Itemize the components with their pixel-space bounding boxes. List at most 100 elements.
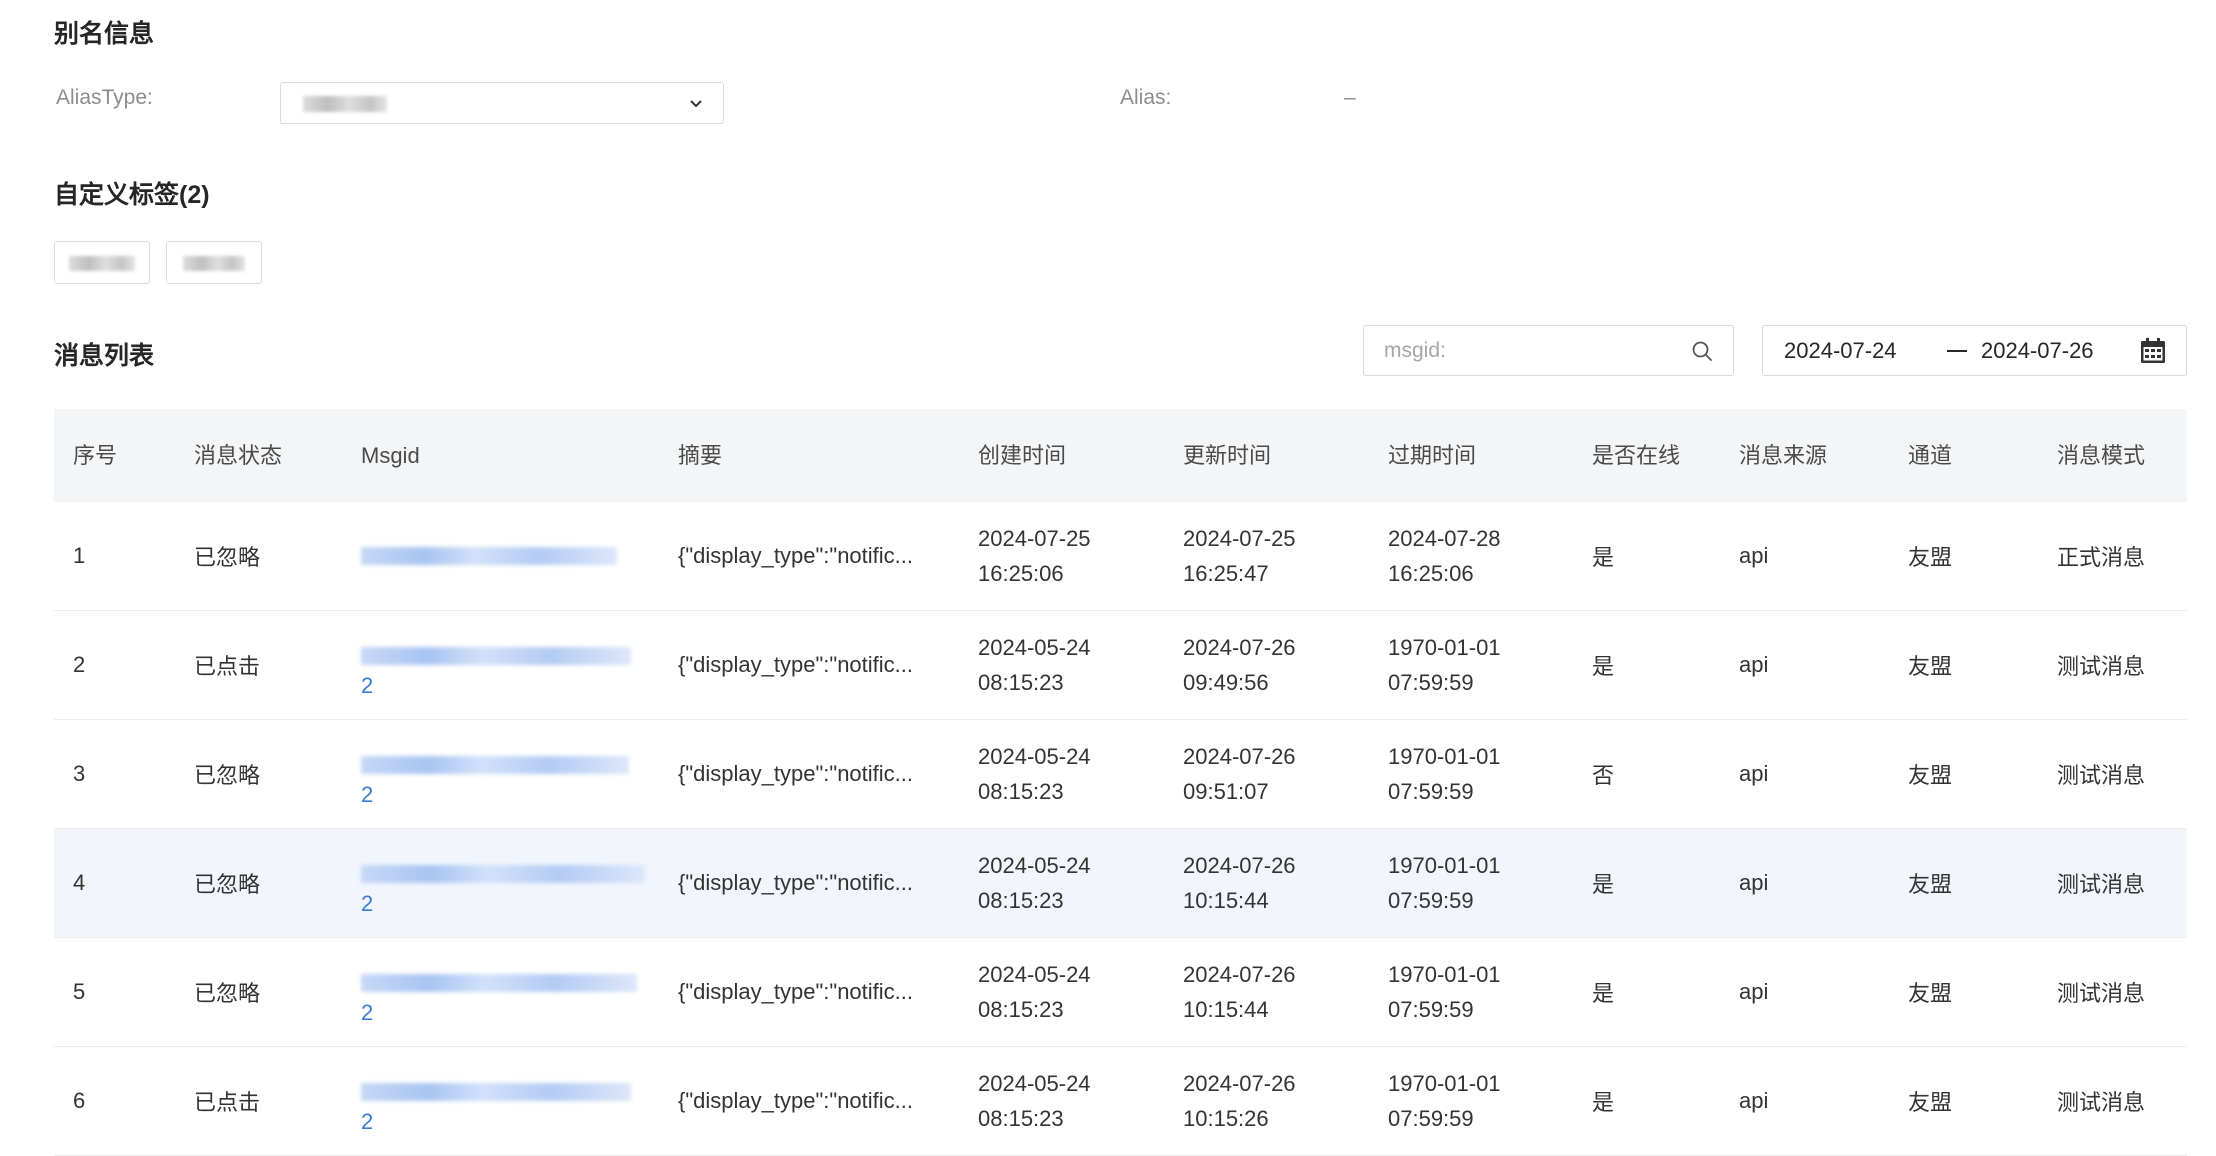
created-date: 2024-05-24: [978, 744, 1091, 769]
cell-expires: 2024-07-28 16:25:06: [1388, 502, 1501, 610]
msgid-redacted: [361, 974, 637, 992]
msgid-suffix[interactable]: 2: [361, 1000, 373, 1026]
alias-type-label: AliasType:: [56, 86, 153, 109]
cell-updated: 2024-07-25 16:25:47: [1183, 502, 1296, 610]
updated-date: 2024-07-26: [1183, 853, 1296, 878]
cell-mode: 测试消息: [2057, 981, 2146, 1006]
cell-channel: 友盟: [1908, 545, 1953, 570]
updated-date: 2024-07-26: [1183, 635, 1296, 660]
cell-updated: 2024-07-26 09:49:56: [1183, 611, 1296, 719]
calendar-icon[interactable]: [2140, 338, 2166, 364]
updated-date: 2024-07-26: [1183, 744, 1296, 769]
header-index: 序号: [73, 443, 118, 468]
cell-created: 2024-05-24 08:15:23: [978, 938, 1091, 1046]
tag-label-redacted: [69, 256, 135, 271]
custom-tag[interactable]: [166, 241, 262, 284]
alias-type-select[interactable]: [280, 82, 724, 124]
search-icon[interactable]: [1691, 340, 1713, 362]
created-date: 2024-07-25: [978, 526, 1091, 551]
header-updated: 更新时间: [1183, 443, 1272, 468]
cell-created: 2024-07-25 16:25:06: [978, 502, 1091, 610]
cell-created: 2024-05-24 08:15:23: [978, 611, 1091, 719]
updated-time: 16:25:47: [1183, 561, 1269, 586]
expires-date: 1970-01-01: [1388, 744, 1501, 769]
msgid-redacted: [361, 756, 629, 774]
cell-summary: {"display_type":"notific...: [678, 761, 913, 786]
cell-expires: 1970-01-01 07:59:59: [1388, 829, 1501, 937]
cell-source: api: [1739, 761, 1769, 786]
cell-summary: {"display_type":"notific...: [678, 652, 913, 677]
created-date: 2024-05-24: [978, 1071, 1091, 1096]
cell-source: api: [1739, 652, 1769, 677]
cell-mode: 测试消息: [2057, 872, 2146, 897]
cell-updated: 2024-07-26 10:15:44: [1183, 829, 1296, 937]
cell-online: 是: [1592, 545, 1615, 570]
msgid-suffix[interactable]: 2: [361, 673, 373, 699]
cell-msgid-link[interactable]: 2: [361, 720, 661, 828]
expires-time: 07:59:59: [1388, 670, 1474, 695]
header-mode: 消息模式: [2057, 443, 2146, 468]
cell-expires: 1970-01-01 07:59:59: [1388, 611, 1501, 719]
cell-online: 是: [1592, 654, 1615, 679]
cell-msgid-link[interactable]: [361, 502, 661, 610]
updated-time: 09:51:07: [1183, 779, 1269, 804]
msgid-redacted: [361, 547, 617, 565]
created-time: 08:15:23: [978, 1106, 1064, 1131]
cell-index: 1: [73, 543, 86, 568]
msgid-suffix[interactable]: 2: [361, 782, 373, 808]
date-range-picker[interactable]: 2024-07-24 2024-07-26: [1762, 325, 2187, 376]
date-end[interactable]: 2024-07-26: [1981, 338, 2094, 364]
msgid-redacted: [361, 865, 645, 883]
alias-section-title: 别名信息: [54, 20, 155, 48]
created-time: 08:15:23: [978, 670, 1064, 695]
cell-status: 已忽略: [194, 872, 261, 897]
chevron-down-icon: [690, 100, 702, 108]
updated-time: 10:15:26: [1183, 1106, 1269, 1131]
expires-time: 07:59:59: [1388, 997, 1474, 1022]
custom-tag[interactable]: [54, 241, 150, 284]
cell-mode: 测试消息: [2057, 654, 2146, 679]
cell-created: 2024-05-24 08:15:23: [978, 720, 1091, 828]
cell-source: api: [1739, 870, 1769, 895]
cell-msgid-link[interactable]: 2: [361, 1047, 661, 1155]
cell-summary: {"display_type":"notific...: [678, 979, 913, 1004]
cell-channel: 友盟: [1908, 1090, 1953, 1115]
updated-date: 2024-07-25: [1183, 526, 1296, 551]
header-summary: 摘要: [678, 443, 723, 468]
header-online: 是否在线: [1592, 443, 1681, 468]
table-row[interactable]: 1 已忽略 {"display_type":"notific... 2024-0…: [54, 502, 2187, 611]
cell-index: 3: [73, 761, 86, 786]
header-created: 创建时间: [978, 443, 1067, 468]
updated-time: 10:15:44: [1183, 997, 1269, 1022]
msgid-search[interactable]: [1363, 325, 1734, 376]
header-expires: 过期时间: [1388, 443, 1477, 468]
cell-msgid-link[interactable]: 2: [361, 611, 661, 719]
header-source: 消息来源: [1739, 443, 1828, 468]
message-section-title: 消息列表: [54, 342, 155, 370]
expires-date: 1970-01-01: [1388, 853, 1501, 878]
message-table: 序号 消息状态 Msgid 摘要 创建时间 更新时间 过期时间 是否在线 消息来…: [54, 409, 2187, 1156]
msgid-suffix[interactable]: 2: [361, 891, 373, 917]
date-start[interactable]: 2024-07-24: [1784, 338, 1897, 364]
cell-msgid-link[interactable]: 2: [361, 938, 661, 1046]
created-time: 08:15:23: [978, 888, 1064, 913]
cell-summary: {"display_type":"notific...: [678, 870, 913, 895]
table-row[interactable]: 3 已忽略 2 {"display_type":"notific... 2024…: [54, 720, 2187, 829]
cell-msgid-link[interactable]: 2: [361, 829, 661, 937]
cell-online: 是: [1592, 872, 1615, 897]
table-row[interactable]: 6 已点击 2 {"display_type":"notific... 2024…: [54, 1047, 2187, 1156]
cell-updated: 2024-07-26 10:15:44: [1183, 938, 1296, 1046]
expires-time: 07:59:59: [1388, 888, 1474, 913]
cell-expires: 1970-01-01 07:59:59: [1388, 938, 1501, 1046]
cell-index: 2: [73, 652, 86, 677]
msgid-search-input[interactable]: [1364, 326, 1684, 375]
updated-date: 2024-07-26: [1183, 962, 1296, 987]
cell-source: api: [1739, 1088, 1769, 1113]
table-row[interactable]: 4 已忽略 2 {"display_type":"notific... 2024…: [54, 829, 2187, 938]
msgid-suffix[interactable]: 2: [361, 1109, 373, 1135]
cell-online: 是: [1592, 981, 1615, 1006]
table-row[interactable]: 5 已忽略 2 {"display_type":"notific... 2024…: [54, 938, 2187, 1047]
cell-status: 已忽略: [194, 981, 261, 1006]
table-row[interactable]: 2 已点击 2 {"display_type":"notific... 2024…: [54, 611, 2187, 720]
date-range-separator: [1947, 350, 1967, 352]
